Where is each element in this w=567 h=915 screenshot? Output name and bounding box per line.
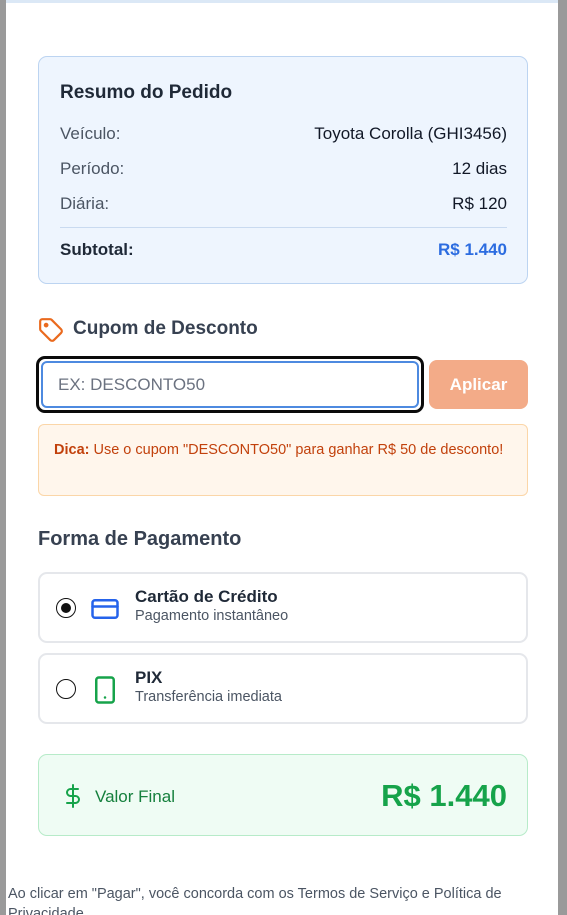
- radio-button-selected[interactable]: [56, 598, 76, 618]
- radio-button[interactable]: [56, 679, 76, 699]
- final-value-card: Valor Final R$ 1.440: [38, 754, 528, 836]
- summary-row-daily: Diária: R$ 120: [60, 194, 507, 216]
- smartphone-icon: [95, 676, 115, 704]
- apply-coupon-button[interactable]: Aplicar: [429, 360, 528, 409]
- summary-row-subtotal: Subtotal: R$ 1.440: [60, 240, 507, 262]
- coupon-title: Cupom de Desconto: [73, 318, 258, 339]
- tag-icon: [39, 318, 63, 342]
- terms-notice: Ao clicar em "Pagar", você concorda com …: [8, 886, 502, 915]
- summary-value: 12 dias: [452, 159, 507, 178]
- tip-prefix: Dica:: [54, 442, 90, 458]
- order-summary-card: Resumo do Pedido Veículo: Toyota Corolla…: [38, 56, 528, 284]
- payment-option-credit-card[interactable]: Cartão de Crédito Pagamento instantâneo: [38, 572, 528, 643]
- credit-card-icon: [91, 599, 119, 619]
- final-label: Valor Final: [95, 787, 175, 806]
- tip-text: Use o cupom "DESCONTO50" para ganhar R$ …: [89, 442, 504, 458]
- coupon-input-wrapper: [36, 356, 424, 413]
- payment-option-sub: Pagamento instantâneo: [135, 608, 289, 624]
- coupon-tip: Dica: Use o cupom "DESCONTO50" para ganh…: [38, 424, 528, 496]
- coupon-input[interactable]: [41, 361, 419, 408]
- summary-value: R$ 120: [452, 194, 507, 213]
- summary-value: Toyota Corolla (GHI3456): [314, 124, 507, 143]
- checkout-panel: Resumo do Pedido Veículo: Toyota Corolla…: [6, 0, 558, 915]
- summary-divider: [60, 227, 507, 228]
- summary-row-vehicle: Veículo: Toyota Corolla (GHI3456): [60, 124, 507, 146]
- final-amount: R$ 1.440: [381, 778, 507, 813]
- subtotal-value: R$ 1.440: [438, 240, 507, 259]
- payment-option-pix[interactable]: PIX Transferência imediata: [38, 653, 528, 724]
- summary-label: Veículo:: [60, 124, 121, 143]
- subtotal-label: Subtotal:: [60, 240, 134, 259]
- payment-option-label: PIX: [135, 668, 163, 687]
- summary-label: Diária:: [60, 194, 110, 213]
- summary-label: Período:: [60, 159, 125, 178]
- dollar-icon: [66, 784, 80, 808]
- payment-title: Forma de Pagamento: [38, 528, 242, 550]
- payment-option-label: Cartão de Crédito: [135, 587, 278, 606]
- summary-row-period: Período: 12 dias: [60, 159, 507, 181]
- summary-title: Resumo do Pedido: [60, 82, 233, 103]
- payment-option-sub: Transferência imediata: [135, 689, 282, 705]
